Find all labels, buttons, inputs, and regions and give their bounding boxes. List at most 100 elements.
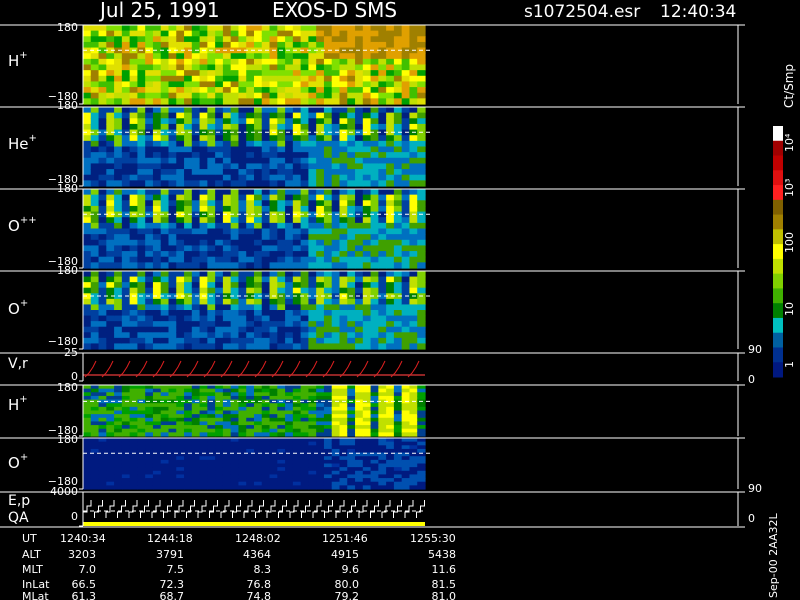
- heatmap-cell: [355, 459, 364, 465]
- heatmap-cell: [184, 403, 193, 408]
- heatmap-cell: [308, 217, 317, 224]
- heatmap-cell: [145, 239, 154, 247]
- heatmap-cell: [90, 474, 100, 479]
- heatmap-cell: [83, 146, 92, 153]
- heatmap-cell: [277, 445, 286, 450]
- heatmap-cell: [292, 205, 302, 213]
- panel-label: QA: [8, 510, 29, 526]
- heatmap-cell: [254, 217, 263, 224]
- heatmap-cell: [230, 217, 240, 224]
- heatmap-cell: [269, 234, 278, 241]
- heatmap-cell: [160, 64, 170, 71]
- heatmap-cell: [316, 304, 325, 311]
- heatmap-cell: [292, 217, 302, 224]
- heatmap-cell: [215, 75, 224, 83]
- heatmap-cell: [199, 107, 208, 114]
- heatmap-cell: [152, 256, 162, 263]
- heatmap-cell: [254, 481, 263, 486]
- heatmap-cell: [331, 470, 341, 476]
- heatmap-cell: [378, 234, 387, 241]
- heatmap-cell: [145, 478, 154, 483]
- heatmap-cell: [269, 81, 278, 88]
- heatmap-cell: [98, 337, 107, 345]
- heatmap-cell: [222, 481, 232, 486]
- heatmap-cell: [401, 70, 411, 77]
- heatmap-cell: [254, 445, 263, 450]
- heatmap-cell: [106, 200, 115, 207]
- heatmap-cell: [160, 463, 170, 468]
- heatmap-cell: [90, 445, 100, 450]
- colorbar-tick-label: 100: [783, 232, 796, 253]
- heatmap-cell: [191, 406, 201, 412]
- heatmap-cell: [393, 152, 403, 159]
- heatmap-cell: [370, 123, 379, 131]
- heatmap-cell: [98, 298, 107, 306]
- heatmap-cell: [409, 92, 418, 99]
- heatmap-cell: [269, 36, 278, 43]
- heatmap-cell: [238, 298, 247, 306]
- alt-value: 4364: [243, 548, 271, 561]
- heatmap-cell: [401, 276, 411, 283]
- heatmap-cell: [417, 205, 426, 213]
- heatmap-cell: [254, 438, 263, 443]
- row-label: ALT: [22, 548, 41, 561]
- heatmap-cell: [121, 25, 131, 32]
- heatmap-cell: [300, 107, 310, 114]
- heatmap-cell: [300, 81, 310, 88]
- heatmap-cell: [308, 174, 317, 181]
- heatmap-cell: [184, 282, 193, 289]
- heatmap-cell: [261, 478, 271, 483]
- heatmap-cell: [152, 163, 162, 170]
- heatmap-cell: [83, 421, 92, 426]
- heatmap-cell: [137, 41, 146, 49]
- heatmap-cell: [331, 70, 341, 77]
- heatmap-cell: [121, 174, 131, 181]
- heatmap-cell: [145, 414, 154, 419]
- heatmap-cell: [152, 140, 162, 148]
- heatmap-cell: [347, 298, 356, 306]
- heatmap-cell: [191, 262, 201, 269]
- heatmap-cell: [393, 448, 403, 454]
- heatmap-cell: [114, 310, 123, 317]
- heatmap-cell: [300, 92, 310, 99]
- heatmap-cell: [152, 245, 162, 252]
- heatmap-cell: [355, 448, 364, 454]
- heatmap-cell: [230, 30, 240, 37]
- heatmap-cell: [191, 315, 201, 322]
- heatmap-cell: [168, 428, 177, 433]
- heatmap-cell: [129, 112, 139, 119]
- heatmap-cell: [114, 326, 123, 333]
- heatmap-cell: [207, 474, 216, 479]
- heatmap-cell: [106, 395, 115, 401]
- heatmap-cell: [106, 432, 115, 437]
- heatmap-cell: [409, 30, 418, 37]
- heatmap-cell: [129, 118, 139, 125]
- heatmap-cell: [269, 403, 278, 408]
- heatmap-cell: [347, 332, 356, 339]
- heatmap-cell: [277, 41, 286, 49]
- heatmap-cell: [300, 36, 310, 43]
- heatmap-cell: [261, 417, 271, 423]
- heatmap-cell: [370, 256, 379, 263]
- heatmap-cell: [378, 417, 387, 423]
- heatmap-cell: [316, 157, 325, 165]
- heatmap-cell: [269, 256, 278, 263]
- heatmap-cell: [90, 152, 100, 159]
- heatmap-cell: [409, 245, 418, 252]
- heatmap-cell: [417, 41, 426, 49]
- heatmap-cell: [386, 234, 395, 241]
- heatmap-cell: [176, 169, 185, 176]
- heatmap-cell: [238, 262, 247, 269]
- heatmap-cell: [401, 304, 411, 311]
- heatmap-cell: [362, 287, 372, 294]
- heatmap-cell: [417, 58, 426, 66]
- heatmap-cell: [176, 282, 185, 289]
- heatmap-cell: [114, 417, 123, 423]
- heatmap-cell: [254, 92, 263, 99]
- heatmap-cell: [308, 58, 317, 66]
- heatmap-cell: [417, 456, 426, 461]
- heatmap-cell: [160, 395, 170, 401]
- heatmap-cell: [292, 180, 302, 187]
- heatmap-cell: [215, 392, 224, 397]
- heatmap-cell: [269, 481, 278, 486]
